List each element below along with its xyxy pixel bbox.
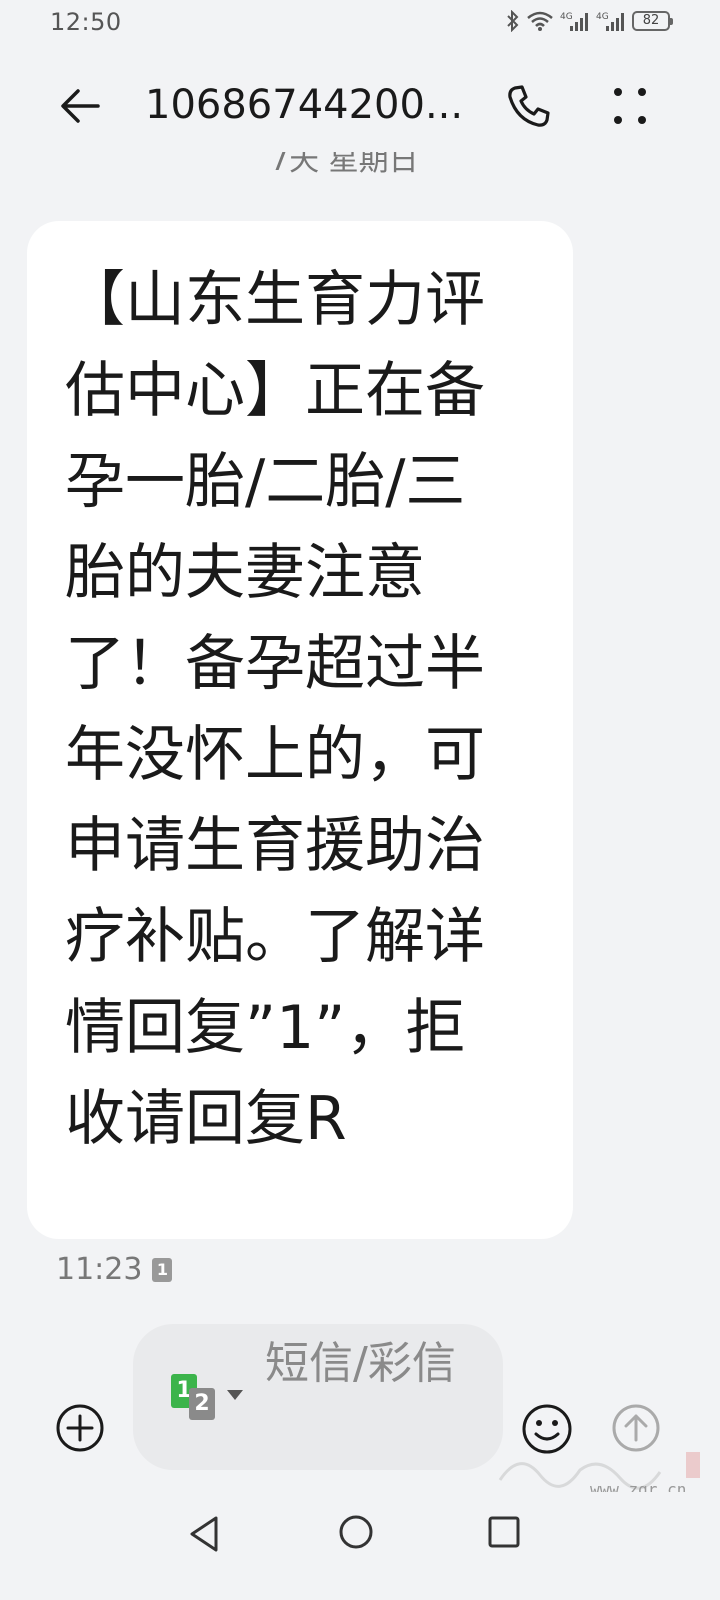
- network-label-2: 4G: [596, 12, 609, 22]
- add-attachment-icon[interactable]: [54, 1402, 106, 1454]
- status-icons: 4G 4G 82: [506, 10, 673, 32]
- battery-icon: 82: [632, 11, 673, 31]
- phone-icon[interactable]: [505, 82, 553, 130]
- network-label-1: 4G: [560, 12, 573, 22]
- wifi-icon: [527, 11, 553, 31]
- message-time: 11:23: [56, 1252, 143, 1287]
- dropdown-caret-icon: [227, 1390, 243, 1400]
- message-input-placeholder: 短信/彩信: [265, 1338, 456, 1389]
- message-input[interactable]: 1 2 短信/彩信: [133, 1324, 503, 1470]
- nav-recent-apps-icon[interactable]: [486, 1514, 522, 1550]
- sim-card-icon: 1: [152, 1257, 173, 1282]
- nav-home-icon[interactable]: [336, 1512, 376, 1552]
- more-options-icon[interactable]: [612, 84, 648, 128]
- contact-title[interactable]: 10686744200...: [145, 82, 470, 128]
- nav-back-icon[interactable]: [186, 1514, 222, 1554]
- message-meta: 11:23 1: [56, 1252, 173, 1287]
- sim-selector[interactable]: 1 2: [171, 1374, 245, 1422]
- status-time: 12:50: [50, 8, 122, 36]
- bluetooth-icon: [507, 10, 519, 32]
- message-text: 【山东生育力评估中心】正在备孕一胎/二胎/三胎的夫妻注意了！备孕超过半年没怀上的…: [65, 265, 485, 1154]
- signal-icon-2: 4G: [596, 12, 624, 31]
- back-arrow-icon[interactable]: [56, 82, 104, 130]
- signal-icon: 4G: [560, 12, 588, 31]
- system-nav-bar: [0, 1492, 720, 1600]
- conversation-header: 10686744200...: [0, 62, 720, 152]
- sim-two-icon: 2: [189, 1388, 215, 1420]
- status-bar: 12:50 4G 4G 82: [0, 0, 720, 48]
- message-bubble[interactable]: 【山东生育力评估中心】正在备孕一胎/二胎/三胎的夫妻注意了！备孕超过半年没怀上的…: [27, 221, 573, 1239]
- date-divider: 7天 星期日: [270, 152, 419, 176]
